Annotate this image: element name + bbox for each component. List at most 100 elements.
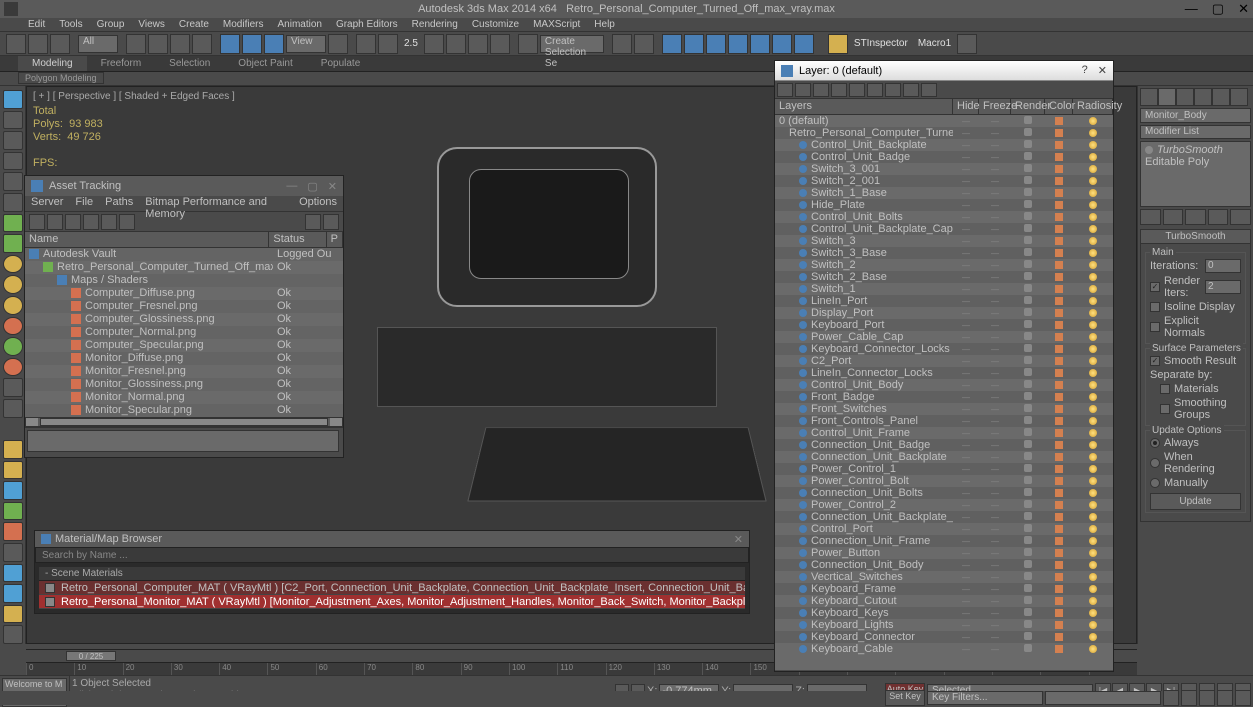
radiosity-toggle[interactable] — [1073, 321, 1113, 329]
layer-row[interactable]: Retro_Personal_Computer_Turned_Off—— — [775, 127, 1113, 139]
render-toggle[interactable] — [1011, 488, 1045, 498]
rendered-frame-icon[interactable] — [772, 34, 792, 54]
percent-snap-icon[interactable] — [468, 34, 488, 54]
layer-row[interactable]: Front_Controls_Panel—— — [775, 415, 1113, 427]
hide-toggle[interactable]: — — [953, 633, 979, 642]
hide-toggle[interactable]: — — [953, 369, 979, 378]
hide-unhide-icon[interactable] — [867, 83, 883, 97]
render-toggle[interactable] — [1011, 140, 1045, 150]
tool-icon[interactable] — [3, 193, 23, 212]
hide-toggle[interactable]: — — [953, 237, 979, 246]
render-toggle[interactable] — [1011, 224, 1045, 234]
freeze-toggle[interactable]: — — [979, 129, 1011, 138]
schematic-view-icon[interactable] — [706, 34, 726, 54]
tool-icon[interactable] — [3, 317, 23, 336]
toolbar-icon[interactable] — [119, 214, 135, 230]
time-slider-handle[interactable]: 0 / 225 — [66, 651, 116, 661]
layer-body[interactable]: 0 (default)——Retro_Personal_Computer_Tur… — [775, 115, 1113, 670]
update-button[interactable]: Update — [1150, 493, 1241, 510]
create-tab-icon[interactable] — [1140, 88, 1158, 106]
layer-row[interactable]: Switch_2—— — [775, 259, 1113, 271]
close-button[interactable]: ✕ — [734, 533, 743, 546]
asset-dialog-titlebar[interactable]: Asset Tracking — ▢ ✕ — [25, 176, 343, 196]
hide-toggle[interactable]: — — [953, 321, 979, 330]
spinner-snap-icon[interactable] — [490, 34, 510, 54]
freeze-toggle[interactable]: — — [979, 645, 1011, 654]
freeze-toggle[interactable]: — — [979, 501, 1011, 510]
freeze-toggle[interactable]: — — [979, 201, 1011, 210]
tool-icon[interactable] — [3, 234, 23, 253]
color-toggle[interactable] — [1045, 273, 1073, 281]
ribbon-tab-selection[interactable]: Selection — [155, 56, 224, 71]
layer-row[interactable]: Switch_2_001—— — [775, 175, 1113, 187]
render-toggle[interactable] — [1011, 332, 1045, 342]
tool-icon[interactable] — [3, 255, 23, 274]
layer-row[interactable]: Keyboard_Keys—— — [775, 607, 1113, 619]
help-button[interactable]: ? — [1082, 64, 1088, 77]
radiosity-toggle[interactable] — [1073, 261, 1113, 269]
render-toggle[interactable] — [1011, 644, 1045, 654]
tool-icon[interactable] — [3, 522, 23, 541]
radiosity-toggle[interactable] — [1073, 609, 1113, 617]
layer-row[interactable]: Power_Cable_Cap—— — [775, 331, 1113, 343]
freeze-toggle[interactable]: — — [979, 213, 1011, 222]
radiosity-toggle[interactable] — [1073, 345, 1113, 353]
color-toggle[interactable] — [1045, 477, 1073, 485]
radiosity-toggle[interactable] — [1073, 621, 1113, 629]
color-toggle[interactable] — [1045, 489, 1073, 497]
object-name-field[interactable]: Monitor_Body — [1140, 108, 1251, 123]
freeze-toggle[interactable]: — — [979, 141, 1011, 150]
toolbar-icon[interactable] — [83, 214, 99, 230]
menu-rendering[interactable]: Rendering — [412, 18, 458, 31]
select-icon[interactable] — [126, 34, 146, 54]
hide-toggle[interactable]: — — [953, 501, 979, 510]
color-toggle[interactable] — [1045, 537, 1073, 545]
color-toggle[interactable] — [1045, 117, 1073, 125]
ref-coord-dropdown[interactable]: View — [286, 35, 326, 53]
freeze-toggle[interactable]: — — [979, 165, 1011, 174]
color-toggle[interactable] — [1045, 525, 1073, 533]
tool-icon[interactable] — [3, 378, 23, 397]
hierarchy-tab-icon[interactable] — [1176, 88, 1194, 106]
hide-toggle[interactable]: — — [953, 357, 979, 366]
freeze-toggle[interactable]: — — [979, 573, 1011, 582]
tool-icon[interactable] — [3, 399, 23, 418]
radiosity-toggle[interactable] — [1073, 597, 1113, 605]
scale-icon[interactable] — [264, 34, 284, 54]
color-toggle[interactable] — [1045, 633, 1073, 641]
hide-toggle[interactable]: — — [953, 597, 979, 606]
radiosity-toggle[interactable] — [1073, 369, 1113, 377]
hide-toggle[interactable]: — — [953, 285, 979, 294]
tool-icon[interactable] — [3, 337, 23, 356]
layer-row[interactable]: Connection_Unit_Body—— — [775, 559, 1113, 571]
col-render[interactable]: Render — [1011, 99, 1045, 114]
color-toggle[interactable] — [1045, 561, 1073, 569]
smooth-result-checkbox[interactable] — [1150, 356, 1160, 366]
hide-toggle[interactable]: — — [953, 177, 979, 186]
freeze-toggle[interactable]: — — [979, 381, 1011, 390]
color-toggle[interactable] — [1045, 369, 1073, 377]
render-toggle[interactable] — [1011, 296, 1045, 306]
layer-row[interactable]: Control_Port—— — [775, 523, 1113, 535]
radiosity-toggle[interactable] — [1073, 285, 1113, 293]
render-setup-icon[interactable] — [750, 34, 770, 54]
render-toggle[interactable] — [1011, 560, 1045, 570]
pivot-icon[interactable] — [328, 34, 348, 54]
display-tab-icon[interactable] — [1212, 88, 1230, 106]
freeze-toggle[interactable]: — — [979, 345, 1011, 354]
freeze-toggle[interactable]: — — [979, 333, 1011, 342]
close-button[interactable]: ✕ — [1098, 64, 1107, 77]
nav-icon[interactable] — [1217, 690, 1233, 706]
material-editor-icon[interactable] — [728, 34, 748, 54]
modifier-list-dropdown[interactable]: Modifier List — [1140, 125, 1251, 139]
render-toggle[interactable] — [1011, 344, 1045, 354]
minimize-button[interactable]: — — [286, 180, 297, 193]
menu-group[interactable]: Group — [97, 18, 125, 31]
radiosity-toggle[interactable] — [1073, 585, 1113, 593]
col-p[interactable]: P — [327, 232, 343, 247]
color-toggle[interactable] — [1045, 645, 1073, 653]
radiosity-toggle[interactable] — [1073, 237, 1113, 245]
color-toggle[interactable] — [1045, 453, 1073, 461]
macro-icon[interactable] — [957, 34, 977, 54]
color-toggle[interactable] — [1045, 309, 1073, 317]
